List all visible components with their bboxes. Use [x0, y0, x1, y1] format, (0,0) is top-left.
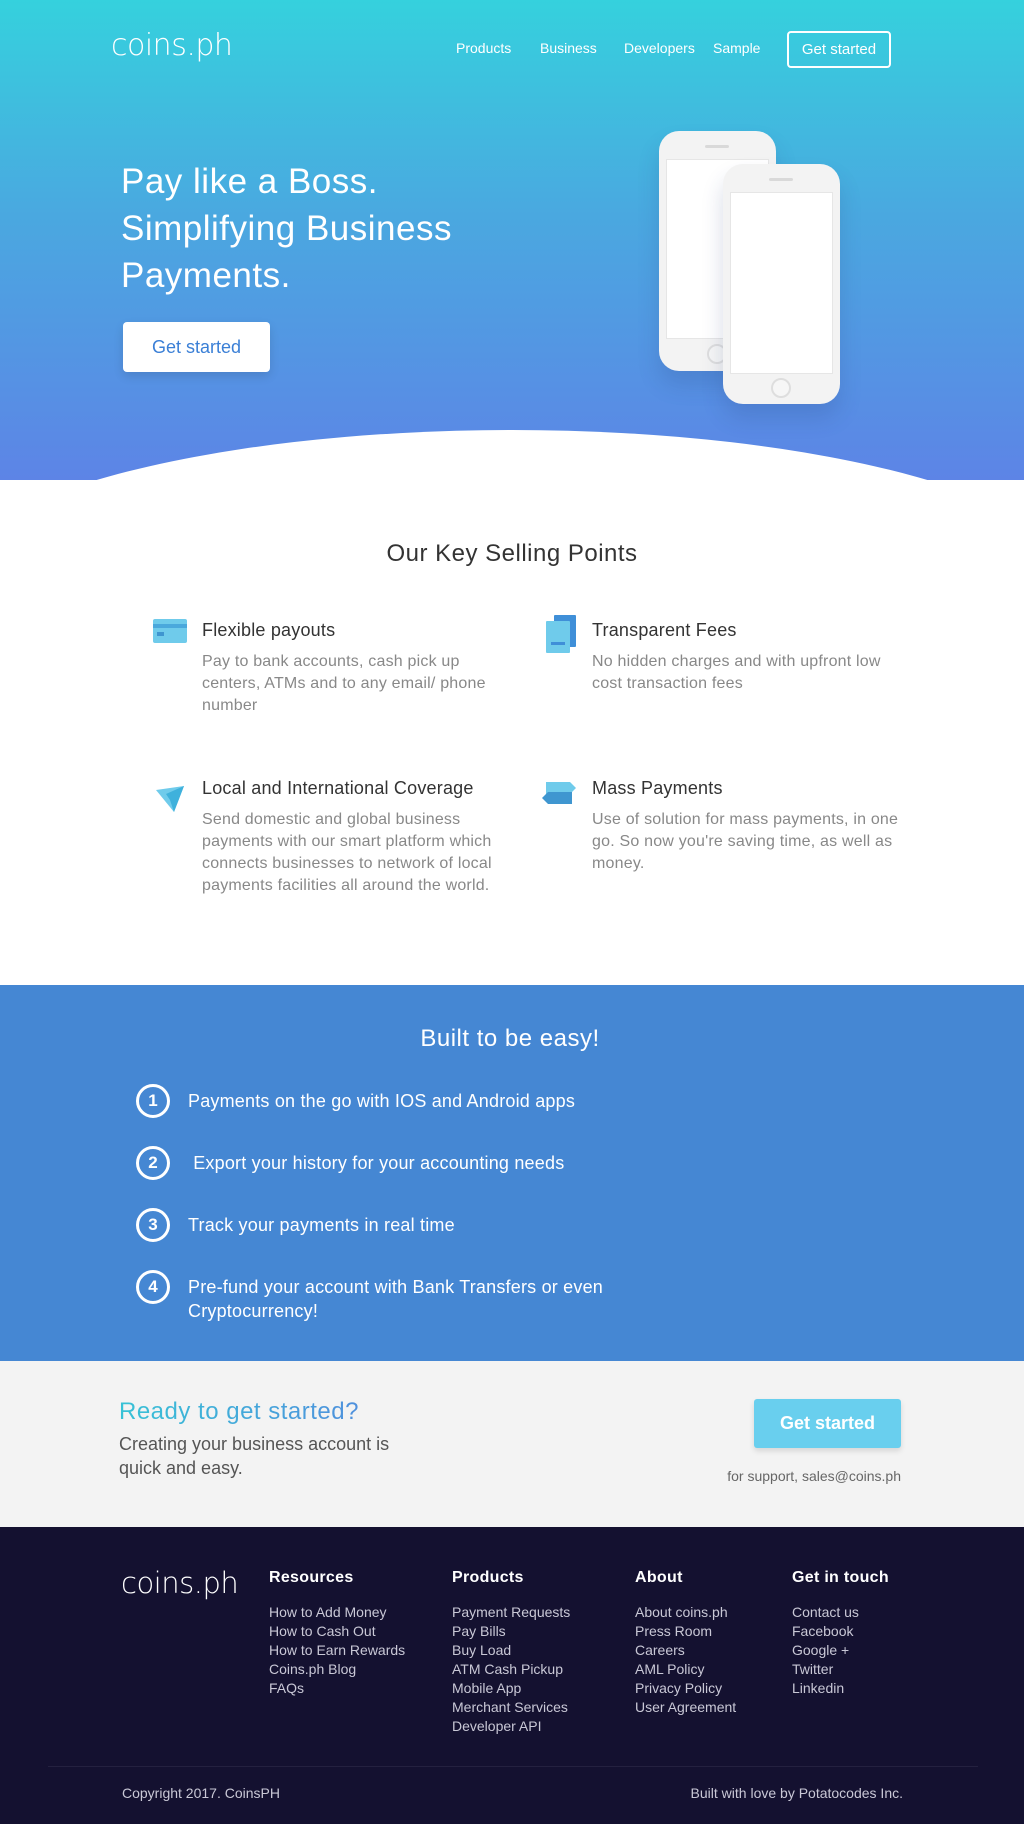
card-icon — [153, 619, 187, 648]
step-text-1: Payments on the go with IOS and Android … — [188, 1091, 576, 1111]
feature-desc-mass-payments: Use of solution for mass payments, in on… — [592, 811, 899, 872]
footer-link[interactable]: Google + — [792, 1641, 859, 1660]
footer-link[interactable]: About coins.ph — [635, 1603, 736, 1622]
hero-headline-line-1: Pay like a Boss. — [121, 162, 378, 201]
step-number-4: 4 — [136, 1270, 170, 1304]
footer-link[interactable]: Press Room — [635, 1622, 736, 1641]
feature-desc-local-international-coverage: Send domestic and global business paymen… — [202, 811, 492, 894]
step-text-4: Pre-fund your account with Bank Transfer… — [188, 1277, 604, 1321]
footer-link[interactable]: Twitter — [792, 1660, 859, 1679]
footer-link[interactable]: How to Earn Rewards — [269, 1641, 405, 1660]
footer-link[interactable]: ATM Cash Pickup — [452, 1660, 570, 1679]
footer-link[interactable]: Contact us — [792, 1603, 859, 1622]
feature-title-flexible-payouts: Flexible payouts — [202, 620, 336, 640]
footer-credits: Built with love by Potatocodes Inc. — [690, 1785, 903, 1801]
step-text-3: Track your payments in real time — [188, 1215, 455, 1235]
footer-link[interactable]: Facebook — [792, 1622, 859, 1641]
transfer-arrows-icon — [540, 780, 578, 811]
footer-link[interactable]: Pay Bills — [452, 1622, 570, 1641]
footer-link[interactable]: How to Add Money — [269, 1603, 405, 1622]
footer-heading-resources: Resources — [269, 1569, 354, 1586]
footer-links-get-in-touch: Contact us Facebook Google + Twitter Lin… — [792, 1603, 859, 1698]
hero-headline-line-2: Simplifying Business — [121, 209, 452, 248]
feature-title-transparent-fees: Transparent Fees — [592, 620, 737, 640]
footer-link[interactable]: Coins.ph Blog — [269, 1660, 405, 1679]
footer-link[interactable]: AML Policy — [635, 1660, 736, 1679]
step-number-3: 3 — [136, 1208, 170, 1242]
ready-get-started-button[interactable]: Get started — [754, 1399, 901, 1448]
phone-mockup-front — [723, 164, 840, 404]
step-number-1: 1 — [136, 1084, 170, 1118]
header-get-started-button[interactable]: Get started — [787, 31, 891, 68]
nav-business[interactable]: Business — [540, 40, 597, 56]
phone-home-button — [771, 378, 791, 398]
hero-curve-divider — [0, 430, 1024, 480]
footer-links-products: Payment Requests Pay Bills Buy Load ATM … — [452, 1603, 570, 1736]
hero-get-started-button[interactable]: Get started — [123, 322, 270, 372]
footer-link[interactable]: Mobile App — [452, 1679, 570, 1698]
receipt-icon — [546, 615, 578, 660]
feature-title-mass-payments: Mass Payments — [592, 778, 723, 798]
footer-link[interactable]: Developer API — [452, 1717, 570, 1736]
footer-link[interactable]: Careers — [635, 1641, 736, 1660]
ready-title: Ready to get started? — [119, 1398, 359, 1425]
footer-heading-about: About — [635, 1569, 683, 1586]
phone-speaker — [705, 145, 729, 148]
footer-heading-products: Products — [452, 1569, 524, 1586]
step-text-2: Export your history for your accounting … — [188, 1153, 565, 1173]
easy-section-title: Built to be easy! — [420, 1025, 600, 1052]
footer-logo[interactable]: coins.ph — [121, 1566, 239, 1600]
phone-screen — [730, 192, 833, 374]
footer-copyright: Copyright 2017. CoinsPH — [122, 1785, 280, 1801]
hero-headline: Pay like a Boss. Simplifying Business Pa… — [121, 158, 541, 299]
footer-heading-get-in-touch: Get in touch — [792, 1569, 889, 1586]
nav-products[interactable]: Products — [456, 40, 511, 56]
nav-developers[interactable]: Developers — [624, 40, 695, 56]
footer-link[interactable]: FAQs — [269, 1679, 405, 1698]
feature-desc-transparent-fees: No hidden charges and with upfront low c… — [592, 653, 881, 692]
footer-link[interactable]: How to Cash Out — [269, 1622, 405, 1641]
step-number-2: 2 — [136, 1146, 170, 1180]
footer-link[interactable]: Payment Requests — [452, 1603, 570, 1622]
header-logo[interactable]: coins.ph — [111, 28, 233, 63]
footer-divider — [48, 1766, 978, 1767]
footer-link[interactable]: User Agreement — [635, 1698, 736, 1717]
paper-plane-icon — [156, 786, 186, 819]
footer-link[interactable]: Linkedin — [792, 1679, 859, 1698]
phone-speaker — [769, 178, 793, 181]
support-contact: for support, sales@coins.ph — [727, 1468, 901, 1484]
feature-desc-flexible-payouts: Pay to bank accounts, cash pick up cente… — [202, 653, 486, 714]
nav-sample[interactable]: Sample — [713, 40, 760, 56]
hero-headline-line-3: Payments. — [121, 256, 291, 295]
footer-links-resources: How to Add Money How to Cash Out How to … — [269, 1603, 405, 1698]
feature-title-local-international-coverage: Local and International Coverage — [202, 778, 474, 798]
ready-subtitle: Creating your business account is quick … — [119, 1434, 390, 1478]
footer-link[interactable]: Privacy Policy — [635, 1679, 736, 1698]
footer-link[interactable]: Merchant Services — [452, 1698, 570, 1717]
footer-link[interactable]: Buy Load — [452, 1641, 570, 1660]
selling-points-title: Our Key Selling Points — [386, 540, 638, 567]
footer-links-about: About coins.ph Press Room Careers AML Po… — [635, 1603, 736, 1717]
